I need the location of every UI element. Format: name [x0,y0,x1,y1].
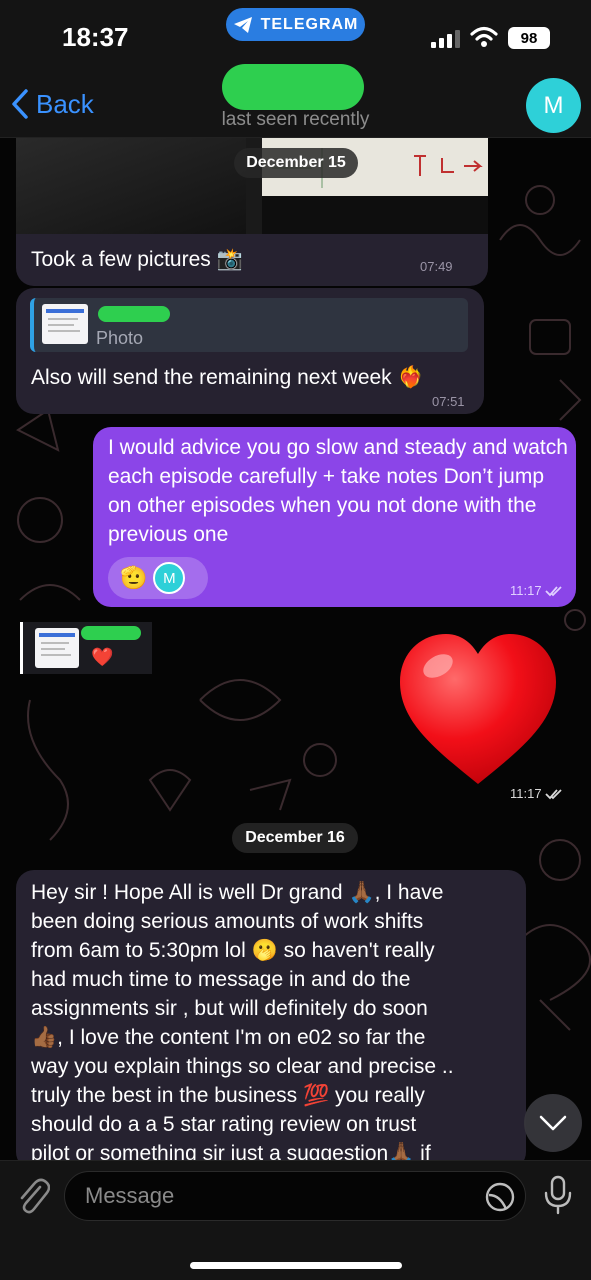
contact-name-redacted[interactable] [222,64,364,110]
double-check-icon [544,585,562,596]
status-bar: 18:37 TELEGRAM 98 [0,0,591,70]
message-line: 👍🏾, I love the content I'm on e02 so far… [31,1026,426,1049]
message-text-block: Hey sir ! Hope All is well Dr grand 🙏🏾, … [31,878,521,1168]
message-time: 07:51 [432,394,465,409]
telegram-icon [233,16,252,33]
message-incoming-long[interactable]: Hey sir ! Hope All is well Dr grand 🙏🏾, … [16,870,526,1170]
photo-dark-area [16,138,246,234]
message-line: assignments sir , but will definitely do… [31,997,428,1020]
date-separator: December 16 [232,823,358,853]
reaction-avatar: M [153,562,186,594]
paperclip-icon[interactable] [16,1177,50,1215]
date-separator: December 15 [234,148,358,178]
battery-indicator: 98 [508,27,550,49]
message-time-text: 11:17 [510,583,542,598]
telegram-pill[interactable]: TELEGRAM [226,8,365,41]
message-time-text: 11:17 [510,786,542,801]
message-line: had much time to message in and do the [31,968,411,991]
wifi-icon [470,26,498,47]
message-text: Also will send the remaining next week ❤… [31,366,424,389]
message-input-bar [0,1160,591,1280]
microphone-icon[interactable] [543,1175,573,1215]
chevron-down-icon [539,1115,567,1131]
message-line: from 6am to 5:30pm lol 🫢 so haven't real… [31,939,435,962]
photo-bottom-area [262,196,488,234]
sticker-reply-heart: ❤️ [91,647,114,667]
reply-author-redacted [98,306,170,322]
reply-thumbnail [42,304,88,344]
scroll-down-button[interactable] [524,1094,582,1152]
message-time: 11:17 [510,583,563,598]
reply-quote[interactable]: Photo [30,298,468,352]
sticker-reply-quote[interactable]: ❤️ [20,622,152,674]
message-line: should do a a 5 star rating review on tr… [31,1113,417,1136]
message-line: truly the best in the business 💯 you rea… [31,1084,425,1107]
message-text: Took a few pictures 📸 [31,248,243,271]
reaction-emoji: 🫡 [120,565,148,590]
message-line: way you explain things so clear and prec… [31,1055,454,1078]
message-time: 11:17 [510,786,563,801]
sticker-icon[interactable] [484,1181,516,1213]
message-text: I would advice you go slow and steady an… [108,436,568,546]
message-input[interactable] [64,1171,526,1221]
message-line: Hey sir ! Hope All is well Dr grand 🙏🏾, … [31,881,444,904]
message-line: been doing serious amounts of work shift… [31,910,424,933]
chat-header: Back last seen recently M [0,64,591,138]
sticker-reply-author-redacted [81,626,141,640]
message-time: 07:49 [420,259,453,274]
reaction-pill[interactable]: 🫡 M [108,557,208,599]
last-seen-status: last seen recently [221,109,370,130]
home-indicator [190,1262,402,1269]
telegram-pill-label: TELEGRAM [260,15,359,33]
contact-avatar[interactable]: M [526,78,581,133]
sticker-reply-thumbnail [35,628,79,668]
signal-icon [431,30,460,48]
status-time: 18:37 [62,22,129,52]
heart-sticker[interactable] [396,632,560,788]
double-check-icon [544,788,562,799]
reply-label: Photo [96,328,144,348]
